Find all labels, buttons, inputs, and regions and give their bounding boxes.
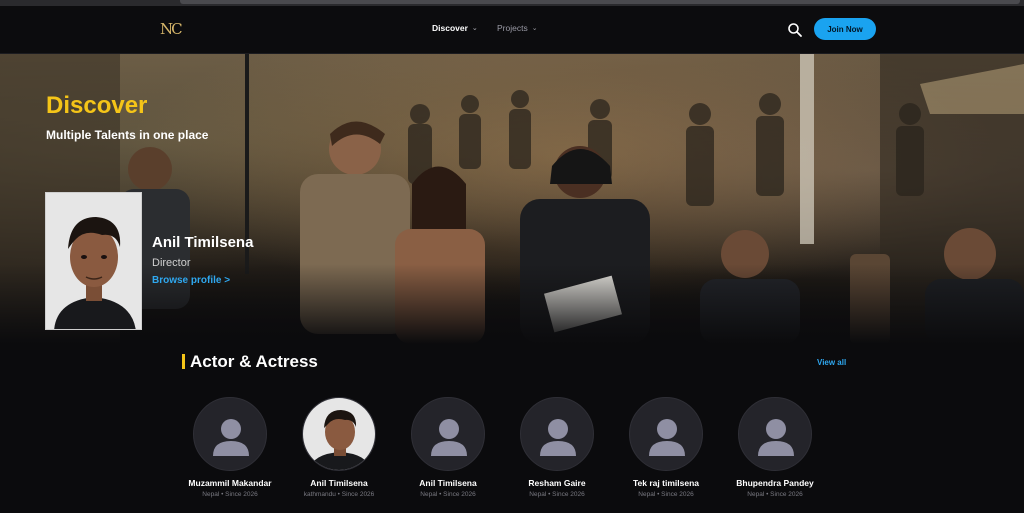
browse-profile-link[interactable]: Browse profile > [152, 275, 230, 286]
person-since: Since 2026 [225, 491, 258, 498]
user-placeholder-icon [758, 419, 794, 456]
person-name[interactable]: Anil Timilsena [284, 478, 394, 488]
featured-role: Director [152, 257, 191, 269]
person-card[interactable]: Anil Timilsena Nepal • Since 2026 [393, 397, 503, 498]
person-meta: Nepal • Since 2026 [393, 491, 503, 498]
section-accent-bar [182, 354, 185, 369]
person-meta: Nepal • Since 2026 [175, 491, 285, 498]
logo[interactable]: NC [160, 20, 183, 38]
hero-subtitle: Multiple Talents in one place [46, 128, 209, 142]
user-placeholder-icon [649, 419, 685, 456]
user-placeholder-icon [431, 419, 467, 456]
person-name[interactable]: Resham Gaire [502, 478, 612, 488]
nav-projects-label: Projects [497, 23, 528, 33]
scrollbar-track [180, 0, 1020, 4]
person-card[interactable]: Bhupendra Pandey Nepal • Since 2026 [720, 397, 830, 498]
person-meta: Nepal • Since 2026 [720, 491, 830, 498]
featured-profile-photo[interactable] [45, 192, 142, 330]
chevron-down-icon: ⌄ [471, 25, 478, 32]
person-meta: Nepal • Since 2026 [502, 491, 612, 498]
user-placeholder-icon [213, 419, 249, 456]
view-all-link[interactable]: View all [817, 358, 846, 367]
person-since: Since 2026 [443, 491, 476, 498]
avatar[interactable] [411, 397, 485, 471]
person-location: Nepal [420, 491, 438, 498]
person-card[interactable]: Anil Timilsena kathmandu • Since 2026 [284, 397, 394, 498]
person-name[interactable]: Muzammil Makandar [175, 478, 285, 488]
avatar[interactable] [302, 397, 376, 471]
featured-name: Anil Timilsena [152, 234, 254, 251]
avatar[interactable] [629, 397, 703, 471]
person-since: Since 2026 [661, 491, 694, 498]
person-card[interactable]: Muzammil Makandar Nepal • Since 2026 [175, 397, 285, 498]
person-name[interactable]: Tek raj timilsena [611, 478, 721, 488]
person-card[interactable]: Resham Gaire Nepal • Since 2026 [502, 397, 612, 498]
hero-title: Discover [46, 92, 148, 119]
navbar: NC Discover ⌄ Projects ⌄ Join Now [0, 6, 1024, 54]
avatar[interactable] [738, 397, 812, 471]
person-since: Since 2026 [770, 491, 803, 498]
person-card[interactable]: Tek raj timilsena Nepal • Since 2026 [611, 397, 721, 498]
chevron-down-icon: ⌄ [531, 25, 538, 32]
avatar[interactable] [193, 397, 267, 471]
person-meta: Nepal • Since 2026 [611, 491, 721, 498]
join-now-button[interactable]: Join Now [814, 18, 876, 40]
person-location: Nepal [638, 491, 656, 498]
nav-discover-label: Discover [432, 23, 468, 33]
person-name[interactable]: Anil Timilsena [393, 478, 503, 488]
section-title: Actor & Actress [190, 352, 318, 371]
person-location: Nepal [202, 491, 220, 498]
person-location: kathmandu [303, 491, 336, 498]
avatar[interactable] [520, 397, 594, 471]
person-since: Since 2026 [341, 491, 375, 498]
person-location: Nepal [747, 491, 765, 498]
person-location: Nepal [529, 491, 547, 498]
profile-photo [303, 398, 375, 470]
hero-banner: Discover Multiple Talents in one place A… [0, 54, 1024, 344]
user-placeholder-icon [540, 419, 576, 456]
person-name[interactable]: Bhupendra Pandey [720, 478, 830, 488]
nav-discover[interactable]: Discover ⌄ [432, 23, 478, 33]
person-since: Since 2026 [552, 491, 585, 498]
nav-projects[interactable]: Projects ⌄ [497, 23, 538, 33]
search-icon[interactable] [787, 22, 803, 38]
person-meta: kathmandu • Since 2026 [284, 491, 394, 498]
